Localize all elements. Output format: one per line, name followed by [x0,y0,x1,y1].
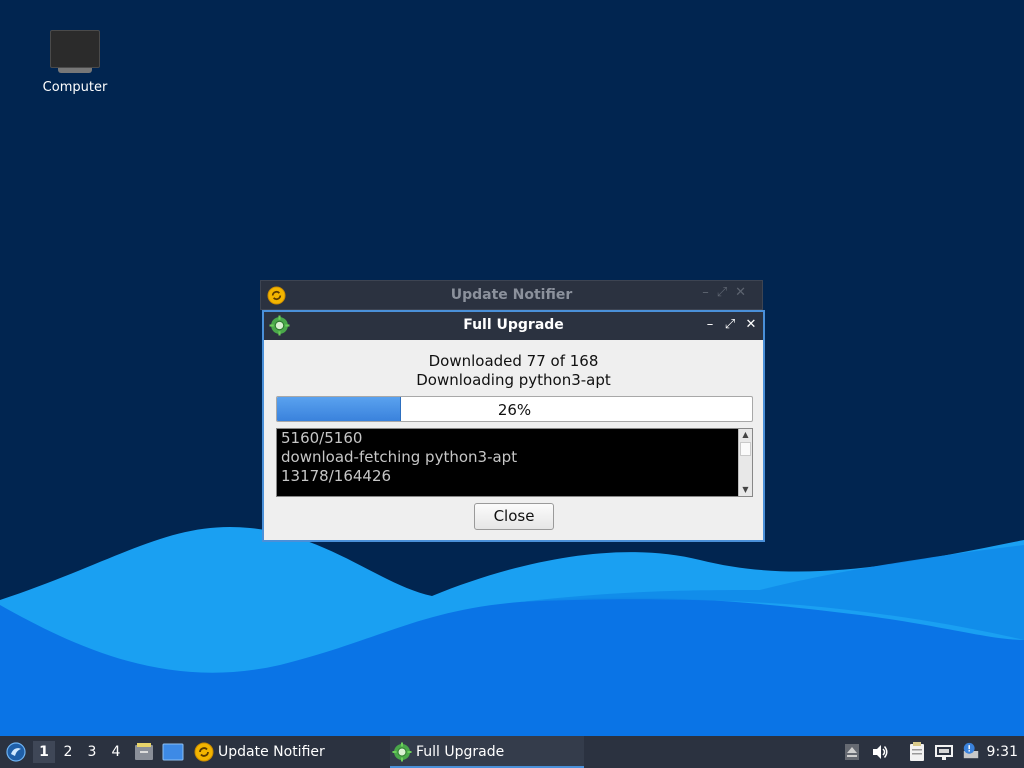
log-line: 13178/164426 [281,467,392,485]
eject-icon[interactable] [843,743,861,761]
dialog-title: Full Upgrade [463,317,564,333]
maximize-button[interactable]: ⤢ [720,315,740,335]
minimize-button[interactable]: – [700,315,720,335]
download-count-text: Downloaded 77 of 168 [428,352,599,370]
task-full-upgrade[interactable]: Full Upgrade [390,736,584,768]
log-line: download-fetching python3-apt [281,448,518,466]
workspace-3[interactable]: 3 [81,741,103,763]
full-upgrade-dialog[interactable]: Full Upgrade – ⤢ ✕ Downloaded 77 of 168 … [262,310,765,542]
progress-bar: 26% [276,396,753,422]
close-window-button[interactable]: ✕ [741,315,761,335]
workspace-4[interactable]: 4 [105,741,127,763]
window-title: Update Notifier [450,287,573,303]
workspace-1[interactable]: 1 [33,741,55,763]
lubuntu-menu-icon[interactable] [6,742,26,762]
dialog-titlebar[interactable]: Full Upgrade – ⤢ ✕ [264,312,763,340]
desktop-icon-computer[interactable]: Computer [30,28,120,95]
task-label: Full Upgrade [416,744,505,760]
volume-icon[interactable] [871,743,889,761]
task-update-notifier[interactable]: Update Notifier [192,736,382,768]
workspace-2[interactable]: 2 [57,741,79,763]
taskbar: 1 2 3 4 Update Notifier Full Upgrade 9:3… [0,736,1024,768]
computer-icon [48,28,102,74]
gear-icon [392,742,412,762]
task-label: Update Notifier [218,744,325,760]
log-line: 5160/5160 [281,429,363,447]
close-button[interactable]: Close [474,503,554,530]
window-controls[interactable]: –⤢✕ [702,285,754,300]
current-package-text: Downloading python3-apt [416,371,611,389]
clipboard-icon[interactable] [907,742,927,762]
scroll-down-arrow-icon[interactable]: ▼ [739,484,752,496]
clock[interactable]: 9:31 [987,736,1018,768]
progress-label: 26% [497,401,532,419]
network-icon[interactable] [934,743,954,761]
scroll-up-arrow-icon[interactable]: ▲ [739,429,752,441]
update-alert-icon[interactable] [961,742,981,760]
log-scrollbar[interactable]: ▲ ▼ [738,429,752,496]
update-notifier-icon [194,742,214,762]
log-output[interactable]: 5160/5160 download-fetching python3-apt … [276,428,753,497]
scroll-thumb[interactable] [740,442,751,456]
update-notifier-window[interactable]: Update Notifier –⤢✕ [260,280,763,310]
show-desktop-icon[interactable] [162,742,184,762]
desktop-icon-label: Computer [42,80,108,95]
file-manager-icon[interactable] [134,742,154,762]
